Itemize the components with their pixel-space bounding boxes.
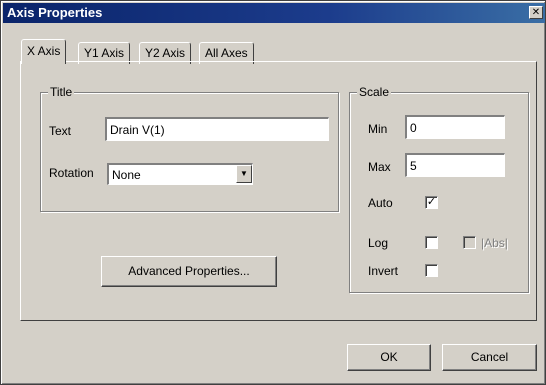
- log-label: Log: [368, 236, 389, 250]
- close-icon[interactable]: ✕: [529, 6, 543, 19]
- auto-label: Auto: [368, 196, 393, 210]
- max-label: Max: [368, 160, 391, 174]
- axis-properties-dialog: Axis Properties ✕ X Axis Y1 Axis Y2 Axis…: [0, 0, 546, 385]
- advanced-properties-button[interactable]: Advanced Properties...: [101, 256, 277, 287]
- cancel-button[interactable]: Cancel: [442, 344, 537, 371]
- abs-label: |Abs|: [481, 236, 508, 250]
- dialog-title: Axis Properties: [7, 5, 103, 20]
- title-groupbox: Title: [40, 84, 339, 212]
- invert-label: Invert: [368, 264, 399, 278]
- auto-checkbox[interactable]: ✓: [425, 196, 438, 209]
- title-group-legend: Title: [48, 84, 75, 100]
- scale-min-field[interactable]: [405, 115, 505, 139]
- chevron-down-icon[interactable]: ▼: [236, 165, 252, 183]
- tab-x-axis[interactable]: X Axis: [21, 39, 67, 64]
- ok-button[interactable]: OK: [347, 344, 431, 371]
- title-text-field[interactable]: [105, 117, 329, 141]
- scale-max-field[interactable]: [405, 153, 505, 177]
- min-label: Min: [368, 122, 388, 136]
- abs-checkbox[interactable]: [463, 236, 476, 249]
- rotation-select-value: None: [112, 168, 141, 182]
- text-label: Text: [49, 124, 72, 138]
- title-bar[interactable]: Axis Properties ✕: [3, 3, 545, 23]
- rotation-select[interactable]: None ▼: [107, 163, 253, 185]
- invert-checkbox[interactable]: [425, 264, 438, 277]
- scale-group-legend: Scale: [357, 84, 392, 100]
- rotation-label: Rotation: [49, 166, 94, 180]
- log-checkbox[interactable]: [425, 236, 438, 249]
